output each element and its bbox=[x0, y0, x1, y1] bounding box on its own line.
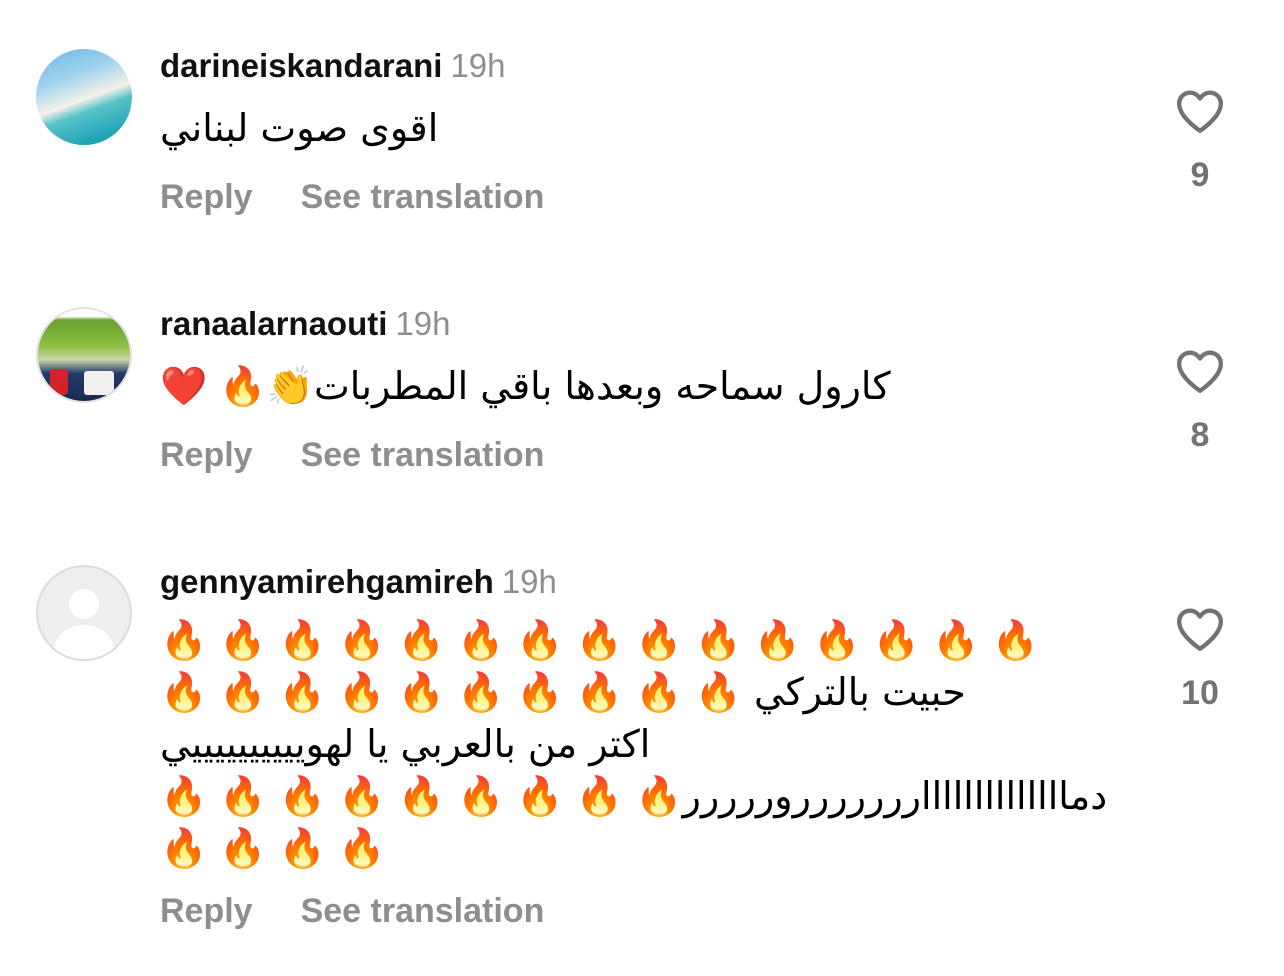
timestamp: 19h bbox=[501, 563, 557, 600]
comment-text-line: اكتر من بالعربي يا لهوييييييييييي bbox=[160, 722, 651, 766]
avatar[interactable] bbox=[36, 307, 132, 403]
comment-text: ❤️ 🔥👏كارول سماحه وبعدها باقي المطربات bbox=[160, 360, 891, 412]
comment-text-line: ❤️ 🔥👏كارول سماحه وبعدها باقي المطربات bbox=[160, 364, 891, 408]
username[interactable]: darineiskandarani bbox=[160, 47, 442, 84]
heart-outline-icon[interactable] bbox=[1175, 348, 1225, 394]
like-control: 10 bbox=[1170, 606, 1230, 713]
heart-outline-icon[interactable] bbox=[1175, 88, 1225, 134]
reply-button[interactable]: Reply bbox=[160, 436, 253, 475]
username[interactable]: gennyamirehgamireh bbox=[160, 563, 494, 600]
comment-meta: ranaalarnaouti 19h bbox=[160, 304, 450, 344]
timestamp: 19h bbox=[450, 47, 506, 84]
comment-text-line: 🔥 🔥 🔥 🔥 bbox=[160, 826, 386, 870]
comment-text-line: 🔥 🔥 🔥 🔥 🔥 🔥 🔥 🔥 🔥دمااااااااااااااررررررر… bbox=[160, 774, 1108, 818]
like-count: 10 bbox=[1181, 674, 1219, 712]
comment-meta: gennyamirehgamireh 19h bbox=[160, 562, 557, 602]
like-control: 9 bbox=[1170, 88, 1230, 195]
comment-text-line: 🔥 🔥 🔥 🔥 🔥 🔥 🔥 🔥 🔥 🔥 حبيت بالتركي bbox=[160, 670, 966, 714]
comment-actions: Reply See translation bbox=[160, 892, 544, 931]
comment-text: اقوى صوت لبناني bbox=[160, 102, 438, 154]
timestamp: 19h bbox=[395, 305, 451, 342]
comment-text-line: اقوى صوت لبناني bbox=[160, 106, 439, 150]
reply-button[interactable]: Reply bbox=[160, 892, 253, 931]
see-translation-button[interactable]: See translation bbox=[301, 436, 545, 475]
avatar[interactable] bbox=[36, 565, 132, 661]
heart-outline-icon[interactable] bbox=[1175, 606, 1225, 652]
comment-actions: Reply See translation bbox=[160, 178, 544, 217]
see-translation-button[interactable]: See translation bbox=[301, 892, 545, 931]
reply-button[interactable]: Reply bbox=[160, 178, 253, 217]
username[interactable]: ranaalarnaouti bbox=[160, 305, 387, 342]
default-user-body bbox=[54, 625, 114, 659]
like-count: 8 bbox=[1190, 416, 1210, 454]
like-count: 9 bbox=[1190, 156, 1210, 194]
default-user-icon bbox=[69, 589, 99, 619]
avatar[interactable] bbox=[36, 49, 132, 145]
comment-text: 🔥 🔥 🔥 🔥 🔥 🔥 🔥 🔥 🔥 🔥 🔥 🔥 🔥 🔥 🔥 🔥 🔥 🔥 🔥 🔥 … bbox=[160, 614, 1107, 874]
comment-text-line: 🔥 🔥 🔥 🔥 🔥 🔥 🔥 🔥 🔥 🔥 🔥 🔥 🔥 🔥 🔥 bbox=[160, 618, 1039, 662]
comment-actions: Reply See translation bbox=[160, 436, 544, 475]
comment-meta: darineiskandarani 19h bbox=[160, 46, 506, 86]
like-control: 8 bbox=[1170, 348, 1230, 455]
see-translation-button[interactable]: See translation bbox=[301, 178, 545, 217]
